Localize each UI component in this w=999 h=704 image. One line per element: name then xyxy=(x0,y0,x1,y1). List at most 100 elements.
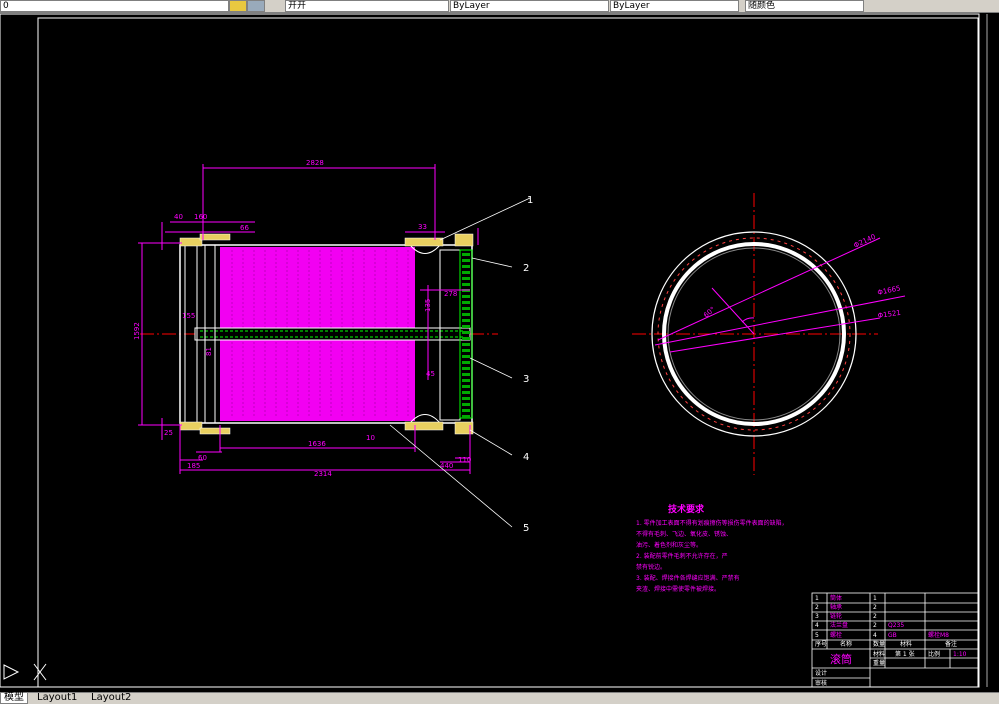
ucs-icon xyxy=(3,663,47,681)
layer-state-icon[interactable] xyxy=(229,0,247,12)
title-block-text: 1 筒体 1 2 轴承 2 3 链轮 2 4 法兰盘 2 Q235 5 螺栓 4… xyxy=(815,594,967,687)
svg-text:螺栓M8: 螺栓M8 xyxy=(928,631,949,639)
layout-tab-bar: 模型 Layout1 Layout2 xyxy=(0,692,999,704)
dim-110: 110 xyxy=(458,456,471,464)
svg-text:1: 1 xyxy=(815,595,819,602)
center-hub xyxy=(194,327,471,341)
dim-45: 45 xyxy=(426,370,435,378)
linetype-dropdown[interactable]: ByLayer xyxy=(450,0,609,12)
tab-model[interactable]: 模型 xyxy=(0,693,28,704)
sheet-border xyxy=(0,13,980,688)
dim-angle: 60° xyxy=(702,305,717,319)
dim-440: 440 xyxy=(440,462,453,470)
chain-link xyxy=(462,295,470,298)
svg-text:名称: 名称 xyxy=(840,640,852,648)
svg-text:法兰盘: 法兰盘 xyxy=(830,621,848,629)
drawing-name: 滚筒 xyxy=(830,652,852,666)
chain-link xyxy=(462,331,470,334)
chain-link xyxy=(462,397,470,400)
dim-diameter-1521: Φ1521 xyxy=(877,309,901,320)
tech-note-6: 3. 装配、焊接件各焊缝应饱满、严禁有 xyxy=(636,574,740,582)
chain-link xyxy=(462,415,470,418)
svg-text:材料: 材料 xyxy=(873,650,885,658)
callout-5: 5 xyxy=(523,523,529,534)
chain-link xyxy=(462,355,470,358)
callout-2: 2 xyxy=(523,263,529,274)
chain-link xyxy=(462,361,470,364)
dim-33: 33 xyxy=(418,223,427,231)
chain-link xyxy=(462,265,470,268)
layer-dropdown[interactable]: 0 xyxy=(0,0,229,12)
svg-text:5: 5 xyxy=(815,632,819,639)
svg-text:序号: 序号 xyxy=(815,640,827,648)
svg-text:螺栓: 螺栓 xyxy=(830,631,842,639)
svg-text:4: 4 xyxy=(873,632,877,639)
chain-link xyxy=(462,337,470,340)
properties-toolbar: 0 开开 ByLayer ByLayer 随颜色 xyxy=(0,0,999,13)
chain-link xyxy=(462,271,470,274)
technical-requirements: 技术要求 1. 零件加工表面不得有划痕擦伤等损伤零件表面的缺陷， 不得有毛刺、飞… xyxy=(636,503,788,593)
tech-note-4: 2. 装配前零件毛刺不允许存在，严 xyxy=(636,552,728,560)
svg-text:1: 1 xyxy=(873,595,877,602)
tech-title: 技术要求 xyxy=(668,503,705,515)
dim-40: 40 xyxy=(174,213,183,221)
chain-link xyxy=(462,385,470,388)
chain-link xyxy=(462,409,470,412)
tab-layout2[interactable]: Layout2 xyxy=(88,693,134,703)
dim-278: 278 xyxy=(444,290,457,298)
chain-link xyxy=(462,349,470,352)
dim-135: 135 xyxy=(424,299,432,312)
svg-text:GB: GB xyxy=(888,632,897,639)
dim-60: 60 xyxy=(198,454,207,462)
svg-text:审核: 审核 xyxy=(815,679,827,687)
chain-link xyxy=(462,373,470,376)
chain-link xyxy=(462,259,470,262)
svg-text:链轮: 链轮 xyxy=(830,612,842,620)
color-dropdown[interactable]: 随颜色 xyxy=(745,0,864,12)
side-view: Φ2140 Φ1665 Φ1521 60° xyxy=(632,193,906,475)
svg-text:2: 2 xyxy=(815,604,819,611)
dim-1636: 1636 xyxy=(308,440,326,448)
svg-text:3: 3 xyxy=(815,613,819,620)
svg-text:设计: 设计 xyxy=(815,669,827,677)
svg-text:材料: 材料 xyxy=(900,640,912,648)
chain-link xyxy=(462,391,470,394)
chain-link xyxy=(462,379,470,382)
drawing-frame xyxy=(37,17,979,688)
svg-text:2: 2 xyxy=(873,604,877,611)
svg-text:Q235: Q235 xyxy=(888,622,904,629)
dim-66: 66 xyxy=(240,224,249,232)
lineweight-dropdown[interactable]: ByLayer xyxy=(610,0,739,12)
chain-link xyxy=(462,253,470,256)
svg-text:备注: 备注 xyxy=(945,640,957,648)
svg-text:4: 4 xyxy=(815,622,819,629)
svg-text:比例: 比例 xyxy=(928,650,940,658)
chain-link xyxy=(462,367,470,370)
svg-text:2: 2 xyxy=(873,622,877,629)
style-dropdown[interactable]: 开开 xyxy=(285,0,449,12)
tech-note-7: 夹渣、焊接中需使零件被焊接。 xyxy=(636,585,720,593)
chain-link xyxy=(462,313,470,316)
dim-diameter-1665: Φ1665 xyxy=(877,284,901,297)
callout-4: 4 xyxy=(523,452,529,463)
svg-text:2: 2 xyxy=(873,613,877,620)
tab-layout1[interactable]: Layout1 xyxy=(34,693,80,703)
chain-link xyxy=(462,301,470,304)
tech-note-2: 不得有毛刺、飞边、氧化皮、锈蚀、 xyxy=(636,530,732,538)
tech-note-1: 1. 零件加工表面不得有划痕擦伤等损伤零件表面的缺陷， xyxy=(636,519,788,527)
svg-text:数量: 数量 xyxy=(873,640,885,648)
chain-link xyxy=(462,319,470,322)
layer-manager-icon[interactable] xyxy=(247,0,265,12)
dim-185: 185 xyxy=(187,462,200,470)
chain-link xyxy=(462,307,470,310)
dim-diameter-2140: Φ2140 xyxy=(852,233,877,250)
chain-link xyxy=(462,277,470,280)
dim-2314: 2314 xyxy=(314,470,332,478)
chain-link xyxy=(462,343,470,346)
tech-note-3: 油污、着色剂和灰尘等。 xyxy=(636,541,702,549)
dim-25: 25 xyxy=(164,429,173,437)
callout-3: 3 xyxy=(523,374,529,385)
chain-link xyxy=(462,283,470,286)
drawing-canvas[interactable]: 2828 40 160 66 33 1592 25 155 81 135 278… xyxy=(0,13,999,692)
callout-1: 1 xyxy=(527,195,533,206)
